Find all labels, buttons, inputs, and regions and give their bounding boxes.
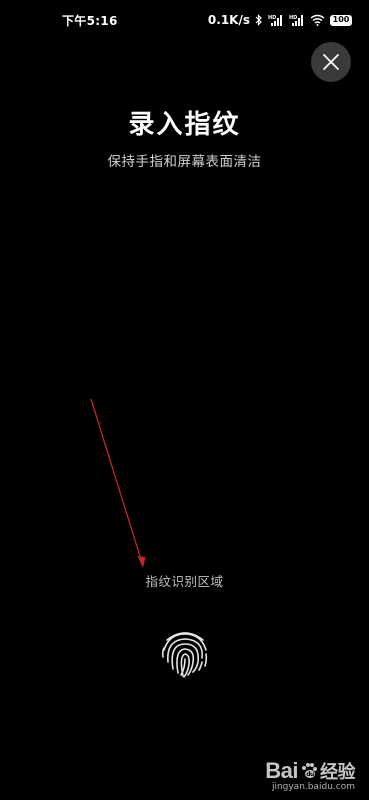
enroll-fingerprint-screen: 下午5:16 0.1K/s HD HD 100 录入指纹 保持手指和屏幕表面清洁… xyxy=(0,0,369,800)
paw-icon: du xyxy=(302,763,317,778)
status-right-group: 0.1K/s HD HD 100 xyxy=(208,13,352,27)
page-title: 录入指纹 xyxy=(128,110,241,140)
watermark-logo: Bai du 经验 xyxy=(265,758,355,784)
status-time: 下午5:16 xyxy=(62,13,118,28)
bluetooth-icon xyxy=(255,14,263,26)
battery-icon: 100 xyxy=(330,14,352,26)
wifi-icon xyxy=(310,14,325,26)
fingerprint-sensor[interactable] xyxy=(157,624,213,680)
signal-hd-icon: HD xyxy=(289,14,305,26)
watermark-brand-suffix: 经验 xyxy=(320,762,356,782)
fingerprint-icon xyxy=(161,632,208,678)
status-bar: 下午5:16 0.1K/s HD HD 100 xyxy=(0,0,369,40)
baidu-jingyan-watermark: Bai du 经验 jingyan.baidu.com xyxy=(265,758,355,792)
network-speed: 0.1K/s xyxy=(207,13,250,27)
page-subtitle: 保持手指和屏幕表面清洁 xyxy=(107,154,262,170)
svg-text:du: du xyxy=(306,771,314,778)
close-button[interactable] xyxy=(311,42,351,82)
svg-text:HD: HD xyxy=(289,15,297,21)
svg-text:HD: HD xyxy=(268,15,276,21)
sensor-area-label: 指纹识别区域 xyxy=(145,574,224,589)
watermark-brand: Bai xyxy=(265,758,298,783)
signal-hd-icon: HD xyxy=(268,14,284,26)
watermark-site: jingyan.baidu.com xyxy=(271,782,355,792)
close-icon xyxy=(323,54,339,70)
